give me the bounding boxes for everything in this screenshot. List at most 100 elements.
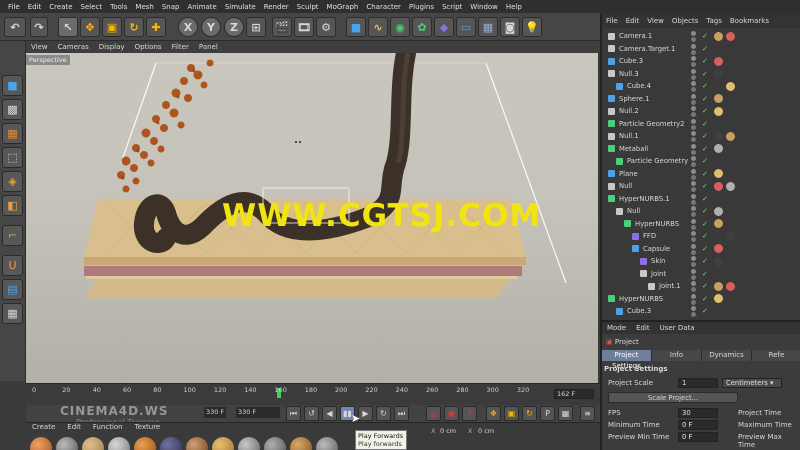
enabled-check-icon[interactable]: ✓ (702, 120, 708, 128)
render-visibility-dot[interactable] (691, 62, 696, 67)
object-row[interactable]: Plane ✓ (602, 168, 800, 181)
timeline[interactable]: 162 F 0 20 40 60 80 100 120 140 160 180 200 220 240 2… (26, 383, 600, 405)
enabled-check-icon[interactable]: ✓ (702, 45, 708, 53)
object-row[interactable]: Cube.3 ✓ (602, 305, 800, 318)
object-row[interactable]: Camera.1 ✓ (602, 30, 800, 43)
editor-visibility-dot[interactable] (691, 68, 696, 74)
menu-animate[interactable]: Animate (183, 3, 220, 11)
material-tag-icon[interactable] (726, 31, 735, 41)
render-settings-icon[interactable]: ⚙ (316, 17, 336, 37)
tab-refe[interactable]: Refe (752, 350, 800, 361)
preview-min-time-field[interactable]: 0 F (678, 432, 718, 442)
current-frame-field[interactable]: 162 F (554, 389, 594, 399)
material-swatch[interactable] (186, 437, 208, 450)
object-row[interactable]: Capsule ✓ (602, 243, 800, 256)
enabled-check-icon[interactable]: ✓ (702, 295, 708, 303)
render-visibility-dot[interactable] (691, 237, 696, 242)
render-visibility-dot[interactable] (691, 249, 696, 255)
material-tag-icon[interactable] (714, 219, 723, 229)
project-scale-field[interactable]: 1 (678, 378, 718, 388)
enabled-check-icon[interactable]: ✓ (702, 82, 708, 90)
material-tag-icon[interactable] (714, 169, 723, 179)
material-tag-icon[interactable] (714, 256, 723, 266)
polygons-mode-icon[interactable]: ◧ (2, 195, 23, 216)
edges-mode-icon[interactable]: ◈ (2, 171, 23, 192)
object-row[interactable]: Null.1 ✓ (602, 130, 800, 143)
material-menu-edit[interactable]: Edit (61, 423, 87, 433)
menu-mesh[interactable]: Mesh (131, 3, 157, 11)
viewport-menu-display[interactable]: Display (94, 43, 130, 51)
enabled-check-icon[interactable]: ✓ (702, 170, 708, 178)
material-tag-icon[interactable] (714, 56, 723, 66)
array-icon[interactable]: ✿ (412, 17, 432, 37)
editor-visibility-dot[interactable] (691, 56, 696, 61)
cube-primitive-icon[interactable]: ■ (346, 17, 366, 37)
material-tag-icon[interactable] (726, 81, 735, 91)
menu-character[interactable]: Character (362, 3, 405, 11)
object-menu-file[interactable]: File (602, 17, 622, 25)
floor-icon[interactable]: ▭ (456, 17, 476, 37)
menu-mograph[interactable]: MoGraph (323, 3, 363, 11)
deformer-icon[interactable]: ◆ (434, 17, 454, 37)
autokey-icon[interactable]: ◉ (444, 406, 459, 421)
object-row[interactable]: HyperNURBS ✓ (602, 218, 800, 231)
menu-select[interactable]: Select (77, 3, 107, 11)
menu-file[interactable]: File (4, 3, 24, 11)
snap-icon[interactable]: U (2, 255, 23, 276)
menu-snap[interactable]: Snap (158, 3, 184, 11)
render-visibility-dot[interactable] (691, 162, 696, 167)
material-tag-icon[interactable] (726, 231, 735, 241)
editor-visibility-dot[interactable] (691, 81, 696, 86)
key-scale-icon[interactable]: ▣ (504, 406, 519, 421)
render-visibility-dot[interactable] (691, 87, 696, 92)
editor-visibility-dot[interactable] (691, 143, 696, 149)
editor-visibility-dot[interactable] (691, 106, 696, 111)
key-position-icon[interactable]: ✥ (486, 406, 501, 421)
object-row[interactable]: FFD ✓ (602, 230, 800, 243)
material-menu-create[interactable]: Create (26, 423, 61, 433)
render-visibility-dot[interactable] (691, 224, 696, 230)
key-rotation-icon[interactable]: ↻ (522, 406, 537, 421)
enabled-check-icon[interactable]: ✓ (702, 57, 708, 65)
object-row[interactable]: HyperNURBS.1 ✓ (602, 193, 800, 206)
preview-end-field[interactable]: 330 F (204, 407, 226, 418)
material-tag-icon[interactable] (714, 131, 723, 141)
enabled-check-icon[interactable]: ✓ (702, 132, 708, 140)
render-visibility-dot[interactable] (691, 187, 696, 192)
material-swatch[interactable] (160, 437, 182, 450)
render-visibility-dot[interactable] (691, 287, 696, 292)
viewport[interactable]: Perspective WWW.CGTSJ.COM (26, 53, 598, 383)
material-tag-icon[interactable] (726, 131, 735, 141)
sky-icon[interactable]: ▦ (478, 17, 498, 37)
editor-visibility-dot[interactable] (691, 93, 696, 99)
object-row[interactable]: Cube.4 ✓ (602, 80, 800, 93)
redo-icon[interactable]: ↷ (30, 17, 48, 37)
object-row[interactable]: Cube.3 ✓ (602, 55, 800, 68)
material-swatch[interactable] (134, 437, 156, 450)
rotate-icon[interactable]: ↻ (124, 17, 144, 37)
editor-visibility-dot[interactable] (691, 243, 696, 249)
object-row[interactable]: Particle Geometry ✓ (602, 155, 800, 168)
material-swatch[interactable] (56, 437, 78, 450)
enabled-check-icon[interactable]: ✓ (702, 32, 708, 40)
undo-icon[interactable]: ↶ (4, 17, 26, 37)
material-tag-icon[interactable] (714, 106, 723, 116)
material-swatch[interactable] (238, 437, 260, 450)
material-tag-icon[interactable] (714, 31, 723, 41)
render-view-icon[interactable]: 🎬 (272, 17, 292, 37)
enabled-check-icon[interactable]: ✓ (702, 232, 708, 240)
material-swatch[interactable] (264, 437, 286, 450)
object-row[interactable]: Null ✓ (602, 180, 800, 193)
fps-field[interactable]: 30 (678, 408, 718, 418)
material-swatch[interactable] (30, 437, 52, 450)
scale-project-button[interactable]: Scale Project... (608, 392, 738, 403)
editor-visibility-dot[interactable] (691, 268, 696, 274)
axis-z-button[interactable]: Z (224, 17, 244, 37)
menu-create[interactable]: Create (45, 3, 76, 11)
editor-visibility-dot[interactable] (691, 193, 696, 199)
render-visibility-dot[interactable] (691, 124, 696, 130)
render-visibility-dot[interactable] (691, 199, 696, 205)
menu-sculpt[interactable]: Sculpt (293, 3, 323, 11)
render-visibility-dot[interactable] (691, 174, 696, 180)
object-row[interactable]: Sphere.1 ✓ (602, 93, 800, 106)
